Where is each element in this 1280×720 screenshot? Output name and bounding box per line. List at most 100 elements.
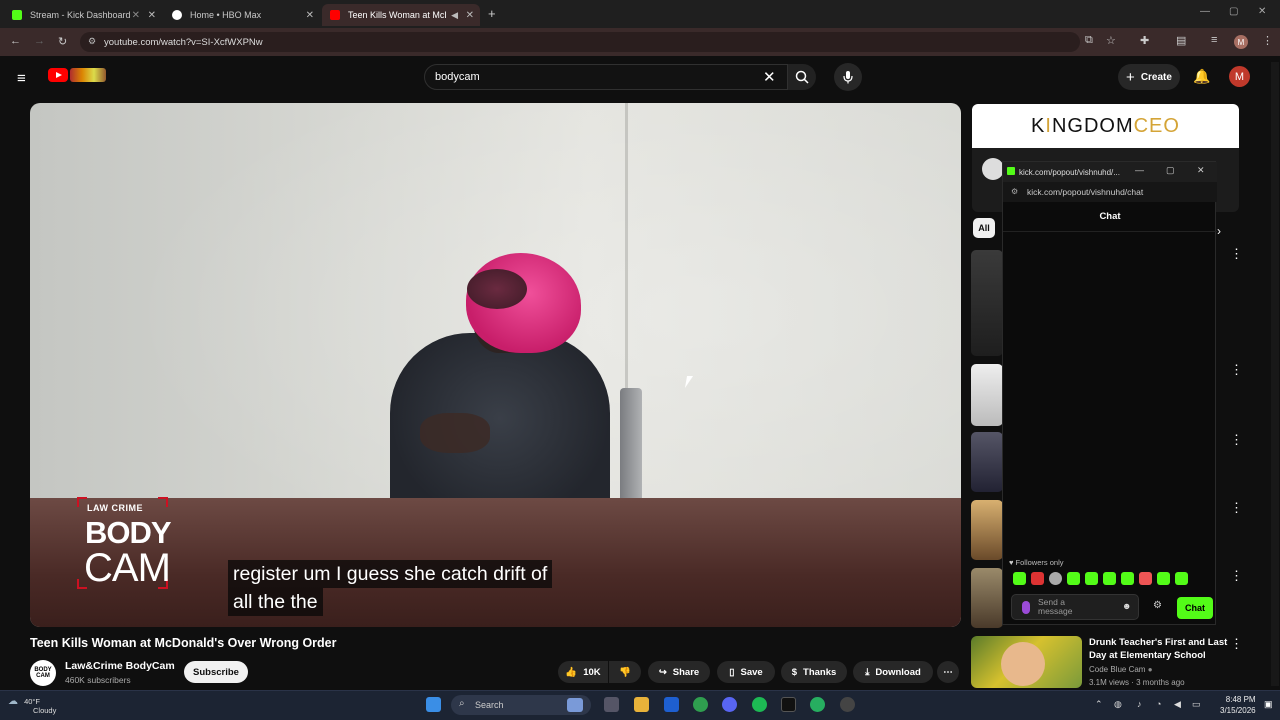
more-options-icon[interactable]: ⋮ [1230, 362, 1243, 378]
mute-icon[interactable]: ✕ [132, 10, 140, 21]
forward-arrow-icon[interactable]: → [34, 35, 45, 47]
emote-icon[interactable] [1049, 572, 1062, 585]
capcut-icon[interactable] [781, 697, 796, 712]
extensions-icon[interactable]: ✚ [1140, 34, 1149, 47]
rec-channel-name[interactable]: Code Blue Cam ● [1089, 665, 1153, 674]
obs-icon[interactable] [840, 697, 855, 712]
side-panel-icon[interactable]: ▤ [1176, 34, 1186, 47]
close-icon[interactable]: ✕ [1197, 165, 1205, 176]
chrome-icon[interactable] [693, 697, 708, 712]
channel-avatar[interactable]: BODY CAM [30, 660, 56, 686]
site-settings-icon[interactable]: ⚙ [1011, 187, 1018, 196]
windows-start-icon[interactable] [426, 697, 441, 712]
youtube-logo-icon[interactable] [48, 68, 68, 82]
tray-battery-icon[interactable]: ▭ [1192, 699, 1201, 710]
close-tab-icon[interactable]: ✕ [306, 10, 314, 21]
emote-icon[interactable] [1139, 572, 1152, 585]
speaker-icon[interactable]: ◀ [451, 10, 458, 21]
minimize-window-icon[interactable]: — [1200, 6, 1210, 17]
youtube-doodle-logo[interactable] [70, 68, 106, 82]
video-player[interactable]: LAW CRIME BODY CAM [30, 103, 961, 627]
tray-app-icon[interactable]: ◍ [1114, 699, 1122, 710]
share-button[interactable]: ↪ Share [648, 661, 710, 683]
close-tab-icon[interactable]: ✕ [148, 10, 156, 21]
discord-icon[interactable] [722, 697, 737, 712]
spotify-icon[interactable] [752, 697, 767, 712]
mic-icon[interactable] [1022, 601, 1030, 614]
emote-icon[interactable] [1103, 572, 1116, 585]
emote-icon[interactable] [1157, 572, 1170, 585]
maximize-icon[interactable]: ▢ [1166, 165, 1175, 176]
chevron-right-icon[interactable]: › [1217, 224, 1221, 238]
browser-menu-icon[interactable]: ⋮ [1262, 34, 1273, 47]
more-actions-button[interactable]: ⋯ [937, 661, 959, 683]
like-button[interactable]: 👍 10K [558, 661, 608, 683]
notification-center-icon[interactable]: ▣ [1264, 699, 1273, 710]
back-arrow-icon[interactable]: ← [10, 35, 21, 47]
emoji-picker-icon[interactable]: ☻ [1122, 602, 1131, 611]
chat-settings-gear-icon[interactable]: ⚙ [1153, 600, 1162, 611]
site-info-icon[interactable]: ⚙ [88, 36, 96, 47]
tray-volume-icon[interactable]: ◀ [1174, 699, 1181, 710]
account-avatar[interactable]: M [1229, 66, 1250, 87]
file-explorer-icon[interactable] [634, 697, 649, 712]
more-options-icon[interactable]: ⋮ [1230, 636, 1243, 652]
thanks-button[interactable]: $ Thanks [781, 661, 847, 683]
bookmark-star-icon[interactable]: ☆ [1106, 34, 1116, 47]
close-tab-icon[interactable]: ✕ [466, 10, 474, 21]
download-button[interactable]: ⤓ Download [853, 661, 933, 683]
search-input[interactable]: bodycam [424, 64, 788, 90]
kick-chat-popout-window[interactable]: kick.com/popout/vishnuhd/... — ▢ ✕ ⚙ kic… [1002, 161, 1217, 625]
voice-search-button[interactable] [834, 63, 862, 91]
rec-video-title[interactable]: Drunk Teacher's First and Last Day at El… [1089, 636, 1229, 662]
hamburger-menu-icon[interactable]: ≡ [17, 70, 26, 87]
channel-name[interactable]: Law&Crime BodyCam [65, 660, 175, 672]
weather-widget[interactable]: ☁ 40°F Cloudy [8, 697, 56, 716]
rec-thumbnail-5[interactable] [971, 568, 1003, 628]
browser-profile-avatar[interactable]: M [1234, 35, 1248, 49]
more-options-icon[interactable]: ⋮ [1230, 432, 1243, 448]
dislike-button[interactable]: 👎 [609, 661, 641, 683]
create-button[interactable]: + Create [1118, 64, 1180, 90]
rec-thumbnail-teacher[interactable] [971, 636, 1082, 688]
app-icon[interactable] [810, 697, 825, 712]
rec-thumbnail-3[interactable] [971, 432, 1003, 492]
more-options-icon[interactable]: ⋮ [1230, 246, 1243, 262]
clear-search-icon[interactable]: ✕ [763, 68, 776, 86]
filter-chip-all[interactable]: All [973, 218, 995, 238]
maximize-window-icon[interactable]: ▢ [1229, 6, 1238, 17]
rec-thumbnail-2[interactable] [971, 364, 1003, 426]
tray-wifi-icon[interactable]: ◔ [1156, 699, 1161, 709]
more-options-icon[interactable]: ⋮ [1230, 568, 1243, 584]
minimize-icon[interactable]: — [1135, 165, 1144, 175]
emote-icon[interactable] [1085, 572, 1098, 585]
save-button[interactable]: ▯ Save [717, 661, 775, 683]
tray-overflow-icon[interactable]: ⌃ [1095, 699, 1103, 710]
new-tab-plus-icon[interactable]: + [488, 6, 496, 21]
send-chat-button[interactable]: Chat [1177, 597, 1213, 619]
task-view-icon[interactable] [604, 697, 619, 712]
emote-icon[interactable] [1067, 572, 1080, 585]
emote-icon[interactable] [1013, 572, 1026, 585]
tab-youtube-video[interactable]: Teen Kills Woman at McDon ◀ ✕ [322, 4, 480, 26]
install-app-icon[interactable]: ⧉ [1085, 34, 1093, 47]
store-icon[interactable] [664, 697, 679, 712]
more-options-icon[interactable]: ⋮ [1230, 500, 1243, 516]
reload-icon[interactable]: ↻ [58, 35, 67, 48]
notifications-bell-icon[interactable]: 🔔 [1193, 68, 1210, 85]
tray-mic-icon[interactable]: ♪ [1137, 699, 1142, 709]
media-controls-icon[interactable]: ≡ [1211, 34, 1217, 46]
rec-thumbnail-4[interactable] [971, 500, 1003, 560]
taskbar-search[interactable]: ⌕ Search [451, 695, 591, 715]
emote-icon[interactable] [1121, 572, 1134, 585]
ad-banner[interactable]: K I NGDOM CEO [972, 104, 1239, 148]
close-window-icon[interactable]: ✕ [1258, 6, 1266, 17]
popout-url-bar[interactable]: ⚙ kick.com/popout/vishnuhd/chat [1003, 182, 1217, 202]
page-scrollbar[interactable] [1271, 62, 1279, 686]
search-button[interactable] [788, 64, 816, 90]
tab-kick-dashboard[interactable]: Stream - Kick Dashboard ✕ ✕ [4, 4, 162, 26]
emote-icon[interactable] [1031, 572, 1044, 585]
chat-message-input[interactable]: Send a message ☻ [1011, 594, 1139, 620]
tab-hbo-max[interactable]: Home • HBO Max ✕ [164, 4, 320, 26]
taskbar-clock[interactable]: 8:48 PM 3/15/2026 [1220, 694, 1256, 716]
